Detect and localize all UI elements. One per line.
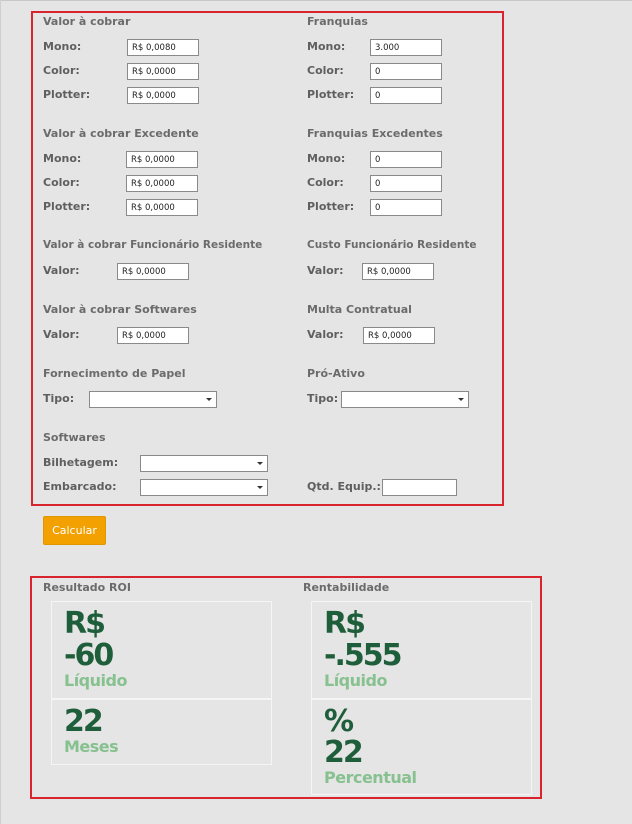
- rentabilidade-percent-box: % 22 Percentual: [311, 699, 532, 795]
- left-divider: [0, 0, 1, 824]
- calcular-button[interactable]: Calcular: [43, 516, 106, 545]
- softwares-valor-input[interactable]: [117, 327, 189, 344]
- resultado-roi-title: Resultado ROI: [43, 581, 131, 594]
- franquias-excedentes-color-input[interactable]: [370, 175, 442, 192]
- franquias-excedentes-plotter-input[interactable]: [370, 199, 442, 216]
- top-divider: [0, 0, 632, 1]
- multa-label: Valor:: [307, 328, 344, 341]
- rentabilidade-percent-symbol: %: [324, 704, 354, 739]
- proativo-tipo-select[interactable]: [341, 391, 469, 408]
- rentabilidade-title: Rentabilidade: [303, 581, 390, 594]
- valor-cobrar-mono-input[interactable]: [127, 39, 199, 56]
- rentabilidade-liquido-value: -.555: [324, 638, 402, 673]
- franquias-excedentes-title: Franquias Excedentes: [307, 127, 443, 140]
- funcionario-residente-title: Valor à cobrar Funcionário Residente: [43, 239, 263, 251]
- rentabilidade-liquido-currency: R$: [324, 606, 366, 641]
- custo-funcionario-title: Custo Funcionário Residente: [307, 239, 477, 251]
- papel-tipo-label: Tipo:: [43, 392, 75, 405]
- franquias-plotter-input[interactable]: [370, 87, 442, 104]
- proativo-tipo-label: Tipo:: [307, 392, 339, 405]
- multa-title: Multa Contratual: [307, 303, 412, 316]
- funcionario-residente-input[interactable]: [117, 263, 189, 280]
- valor-cobrar-mono-label: Mono:: [43, 40, 82, 53]
- franquias-color-label: Color:: [307, 64, 344, 77]
- embarcado-label: Embarcado:: [43, 480, 117, 493]
- valor-excedente-color-label: Color:: [43, 176, 80, 189]
- franquias-mono-label: Mono:: [307, 40, 346, 53]
- franquias-plotter-label: Plotter:: [307, 88, 355, 101]
- multa-input[interactable]: [363, 327, 435, 344]
- rentabilidade-percent-caption: Percentual: [324, 768, 417, 787]
- franquias-color-input[interactable]: [370, 63, 442, 80]
- franquias-excedentes-plotter-label: Plotter:: [307, 200, 355, 213]
- roi-meses-caption: Meses: [64, 737, 119, 756]
- softwares-valor-label: Valor:: [43, 328, 80, 341]
- embarcado-select[interactable]: [140, 479, 268, 496]
- roi-liquido-box: R$ -60 Líquido: [51, 601, 272, 699]
- valor-excedente-plotter-input[interactable]: [126, 199, 198, 216]
- valor-cobrar-plotter-input[interactable]: [127, 87, 199, 104]
- franquias-mono-input[interactable]: [370, 39, 442, 56]
- chevron-down-icon: [206, 398, 212, 401]
- custo-funcionario-label: Valor:: [307, 264, 344, 277]
- funcionario-residente-label: Valor:: [43, 264, 80, 277]
- franquias-excedentes-mono-input[interactable]: [370, 151, 442, 168]
- franquias-title: Franquias: [307, 15, 368, 28]
- chevron-down-icon: [458, 398, 464, 401]
- rentabilidade-percent-value: 22: [324, 735, 364, 770]
- papel-title: Fornecimento de Papel: [43, 367, 186, 380]
- valor-cobrar-color-input[interactable]: [127, 63, 199, 80]
- roi-meses-box: 22 Meses: [51, 699, 272, 765]
- valor-excedente-mono-label: Mono:: [43, 152, 82, 165]
- valor-cobrar-plotter-label: Plotter:: [43, 88, 91, 101]
- valor-cobrar-color-label: Color:: [43, 64, 80, 77]
- roi-meses-value: 22: [64, 704, 104, 739]
- rentabilidade-liquido-box: R$ -.555 Líquido: [311, 601, 532, 699]
- valor-cobrar-title: Valor à cobrar: [43, 15, 131, 28]
- roi-liquido-value: -60: [64, 638, 114, 673]
- rentabilidade-liquido-caption: Líquido: [324, 671, 387, 690]
- roi-liquido-currency: R$: [64, 606, 106, 641]
- bilhetagem-label: Bilhetagem:: [43, 456, 119, 469]
- proativo-title: Pró-Ativo: [307, 367, 365, 380]
- valor-excedente-title: Valor à cobrar Excedente: [43, 127, 199, 140]
- valor-excedente-color-input[interactable]: [126, 175, 198, 192]
- chevron-down-icon: [257, 486, 263, 489]
- papel-tipo-select[interactable]: [89, 391, 217, 408]
- chevron-down-icon: [257, 462, 263, 465]
- valor-excedente-mono-input[interactable]: [126, 151, 198, 168]
- qtd-equip-input[interactable]: [382, 479, 457, 496]
- franquias-excedentes-color-label: Color:: [307, 176, 344, 189]
- franquias-excedentes-mono-label: Mono:: [307, 152, 346, 165]
- roi-liquido-caption: Líquido: [64, 671, 127, 690]
- valor-excedente-plotter-label: Plotter:: [43, 200, 91, 213]
- bilhetagem-select[interactable]: [140, 455, 268, 472]
- qtd-equip-label: Qtd. Equip.:: [307, 480, 381, 493]
- custo-funcionario-input[interactable]: [362, 263, 434, 280]
- softwares-title: Softwares: [43, 431, 106, 444]
- softwares-valor-title: Valor à cobrar Softwares: [43, 303, 197, 316]
